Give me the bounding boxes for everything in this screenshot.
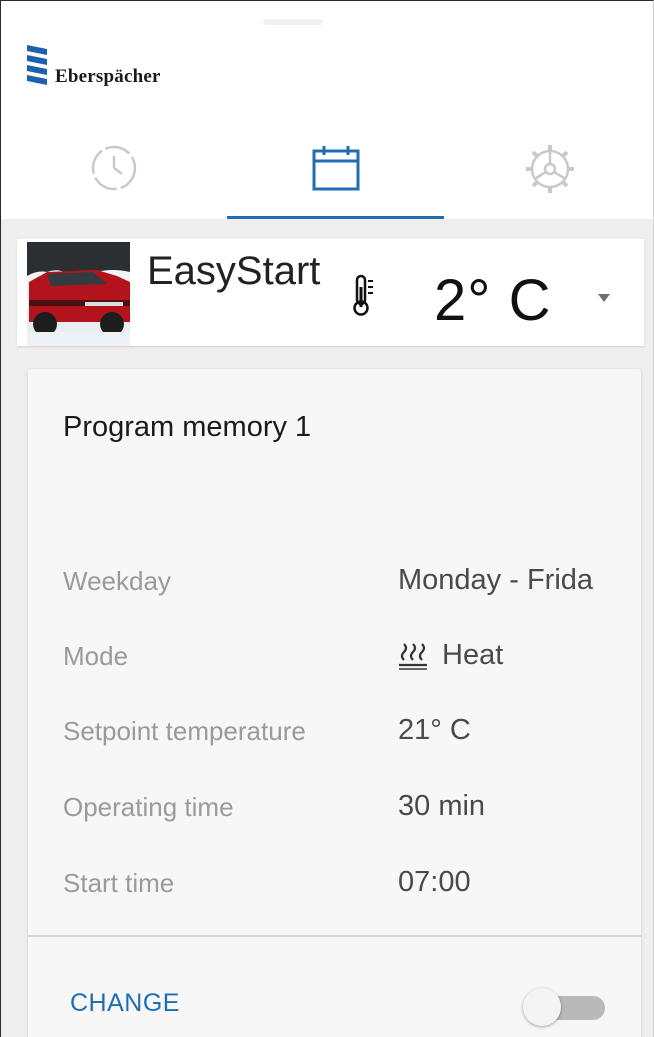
card-divider bbox=[28, 935, 641, 937]
change-button[interactable]: CHANGE bbox=[70, 989, 180, 1018]
setpoint-value-text: 21° C bbox=[398, 714, 471, 746]
operating-time-value: 30 min bbox=[398, 790, 485, 823]
status-notch bbox=[263, 19, 323, 25]
calendar-icon bbox=[312, 146, 360, 191]
program-card: Program memory 1 Weekday Monday - Frida … bbox=[28, 369, 641, 1037]
tab-timer[interactable] bbox=[1, 129, 227, 219]
program-enable-toggle[interactable] bbox=[523, 986, 607, 1026]
mode-label: Mode bbox=[63, 641, 129, 671]
main-content: EasyStart 2° C Program memory 1 Weekday … bbox=[1, 219, 653, 1037]
dropdown-arrow-icon[interactable] bbox=[591, 285, 617, 311]
current-temperature: 2° C bbox=[434, 268, 552, 333]
brand-logo: Eberspächer bbox=[23, 43, 161, 91]
heater-name: EasyStart bbox=[147, 249, 321, 293]
app-header: Eberspächer bbox=[1, 1, 653, 220]
start-time-value: 07:00 bbox=[398, 866, 471, 899]
operating-time-value-text: 30 min bbox=[398, 790, 486, 822]
operating-time-label: Operating time bbox=[63, 792, 234, 822]
app-screen: Eberspächer EasyStart 2° C Program memor… bbox=[0, 0, 654, 1037]
mode-value-text: Heat bbox=[442, 639, 504, 671]
weekday-value: Monday - Frida bbox=[398, 564, 593, 597]
heater-selector[interactable]: EasyStart 2° C bbox=[17, 239, 644, 346]
gear-icon bbox=[526, 145, 574, 193]
weekday-label: Weekday bbox=[63, 566, 171, 596]
program-title: Program memory 1 bbox=[63, 411, 312, 443]
eberspaecher-logo-icon bbox=[27, 45, 47, 85]
weekday-value-text: Monday - Frida bbox=[398, 564, 594, 596]
main-tabs bbox=[1, 129, 653, 220]
setpoint-label: Setpoint temperature bbox=[63, 716, 306, 746]
start-time-label: Start time bbox=[63, 868, 175, 898]
setpoint-value: 21° C bbox=[398, 714, 471, 747]
vehicle-photo bbox=[27, 242, 130, 346]
thermometer-icon bbox=[353, 273, 375, 322]
start-time-value-text: 07:00 bbox=[398, 866, 471, 898]
tab-settings[interactable] bbox=[445, 129, 653, 219]
toggle-thumb bbox=[523, 988, 561, 1026]
brand-name: Eberspächer bbox=[55, 66, 161, 87]
heat-icon bbox=[399, 642, 427, 670]
tab-schedule[interactable] bbox=[227, 129, 445, 219]
clock-icon bbox=[91, 145, 137, 191]
mode-value: Heat bbox=[398, 639, 503, 672]
